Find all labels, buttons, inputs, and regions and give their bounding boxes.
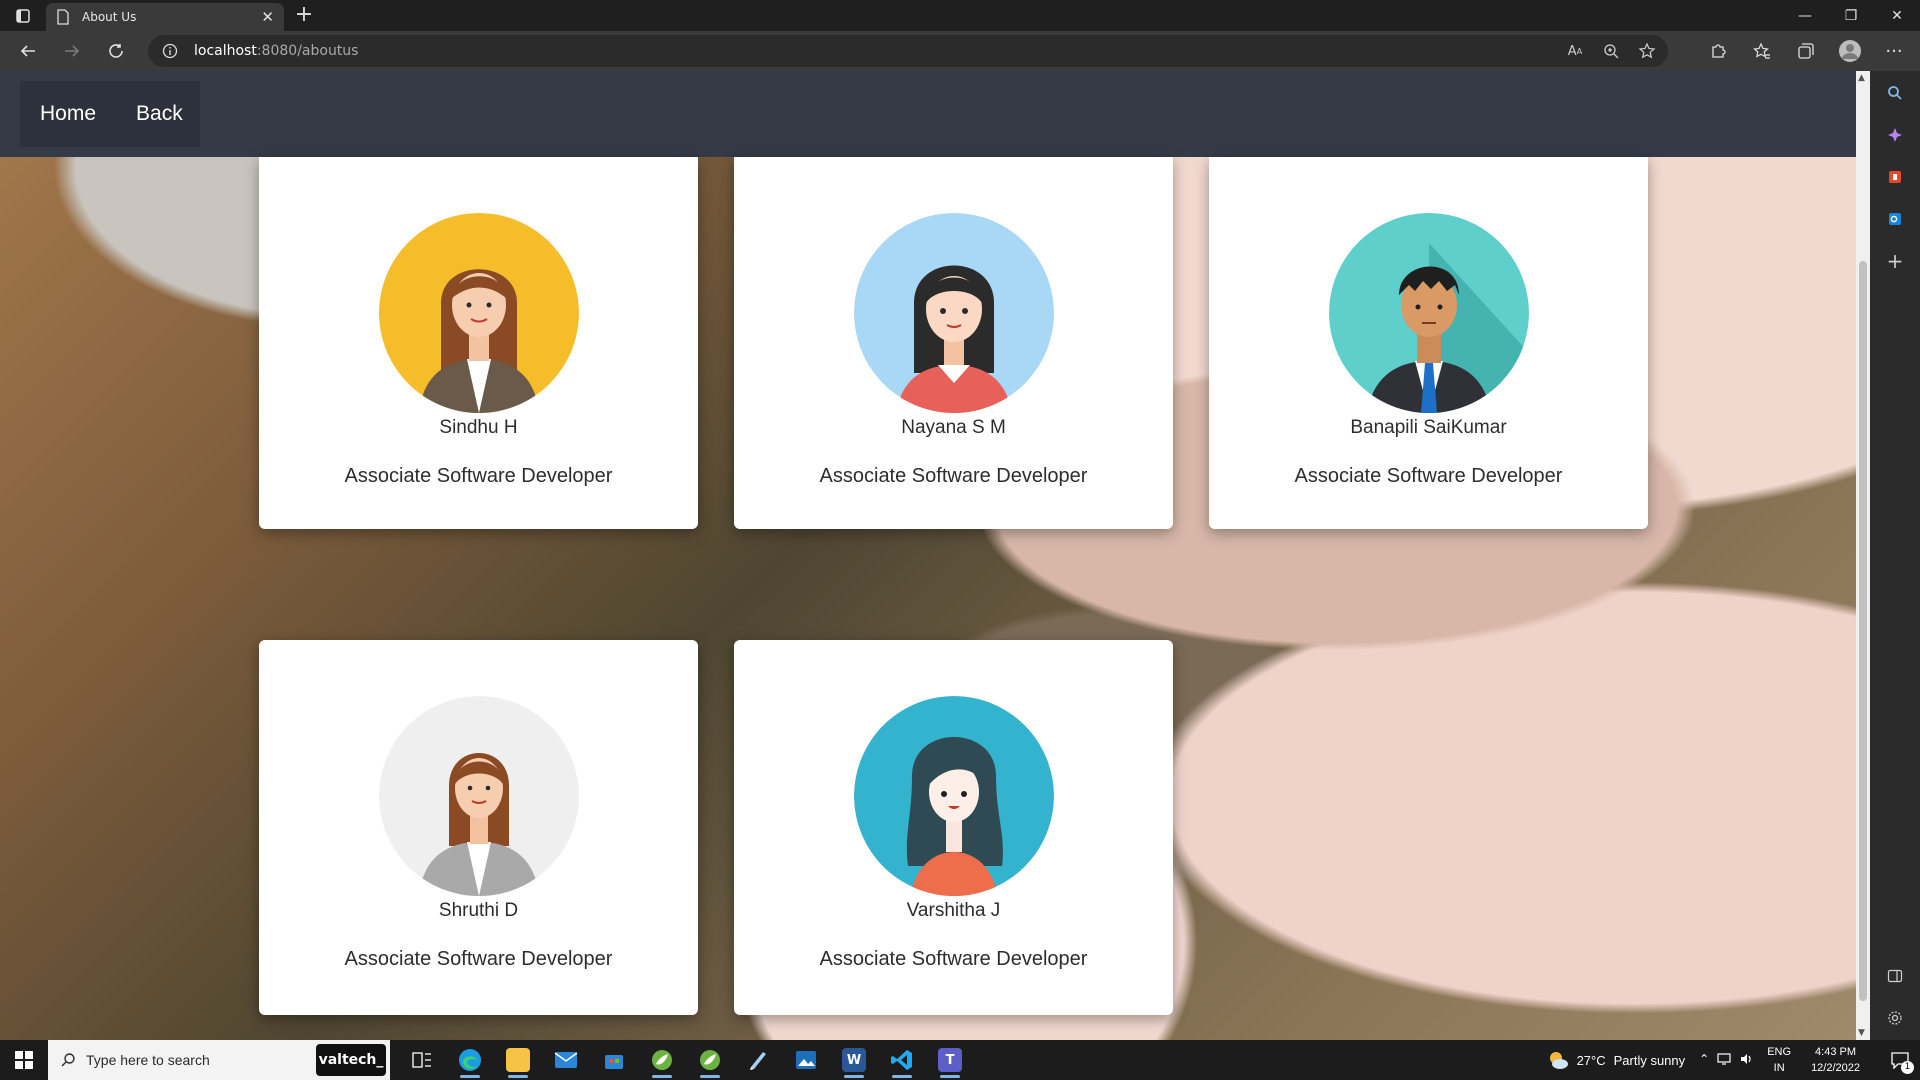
scroll-down-icon[interactable]: ▼ xyxy=(1858,1028,1865,1038)
page-scrollbar[interactable]: ▲ ▼ xyxy=(1856,71,1870,1040)
member-role: Associate Software Developer xyxy=(344,948,613,970)
avatar xyxy=(378,696,579,896)
page-icon xyxy=(57,9,69,25)
start-windows-icon[interactable] xyxy=(0,1040,48,1080)
vscode-icon[interactable] xyxy=(878,1040,926,1080)
tab-strip: About Us ✕ + — ❐ ✕ xyxy=(0,0,1920,31)
browser-toolbar: localhost:8080/aboutus AA ··· xyxy=(0,31,1920,71)
new-tab-icon[interactable]: + xyxy=(294,4,314,26)
store-icon[interactable] xyxy=(590,1040,638,1080)
system-tray: 27°C Partly sunny ⌃ ENG IN 4:43 PM 12/2/… xyxy=(1547,1040,1920,1080)
partly-sunny-icon xyxy=(1549,1052,1568,1069)
member-name: Banapili SaiKumar xyxy=(1350,417,1507,438)
profile-avatar-icon[interactable] xyxy=(1834,35,1866,67)
chevron-up-icon[interactable]: ⌃ xyxy=(1699,1052,1709,1069)
url-text: localhost:8080/aboutus xyxy=(194,43,359,59)
favorites-icon[interactable] xyxy=(1746,35,1778,67)
task-view-icon[interactable] xyxy=(398,1040,446,1080)
team-card: Varshitha J Associate Software Developer xyxy=(734,640,1173,1015)
zoom-icon[interactable] xyxy=(1600,40,1622,62)
member-role: Associate Software Developer xyxy=(819,948,1088,970)
extensions-icon[interactable] xyxy=(1702,35,1734,67)
hide-sidebar-icon[interactable] xyxy=(1883,964,1907,988)
member-name: Varshitha J xyxy=(906,900,1001,921)
edge-browser-icon[interactable] xyxy=(446,1040,494,1080)
read-aloud-icon[interactable]: AA xyxy=(1564,40,1586,62)
edge-sidebar: + xyxy=(1870,71,1920,1040)
back-link[interactable]: Back xyxy=(136,102,183,126)
tab-about-us[interactable]: About Us ✕ xyxy=(46,3,284,31)
spring-tool-2-icon[interactable] xyxy=(686,1040,734,1080)
teams-icon[interactable]: T xyxy=(926,1040,974,1080)
network-icon[interactable] xyxy=(1717,1052,1731,1069)
valtech-badge[interactable]: valtech_ xyxy=(316,1044,386,1076)
avatar xyxy=(378,213,579,413)
forward-arrow-icon[interactable] xyxy=(56,35,88,67)
member-name: Shruthi D xyxy=(438,900,519,921)
settings-gear-icon[interactable] xyxy=(1883,1006,1907,1030)
team-card: Nayana S M Associate Software Developer xyxy=(734,157,1173,529)
team-card: Shruthi D Associate Software Developer xyxy=(259,640,698,1015)
info-icon[interactable] xyxy=(162,43,178,59)
photos-icon[interactable] xyxy=(782,1040,830,1080)
file-explorer-icon[interactable] xyxy=(494,1040,542,1080)
search-icon[interactable] xyxy=(1883,81,1907,105)
search-placeholder: Type here to search xyxy=(86,1052,210,1068)
scrollbar-thumb[interactable] xyxy=(1859,261,1867,1001)
collections-icon[interactable] xyxy=(1790,35,1822,67)
language-indicator[interactable]: ENG IN xyxy=(1767,1044,1791,1076)
back-arrow-icon[interactable] xyxy=(12,35,44,67)
notepad-icon[interactable] xyxy=(734,1040,782,1080)
more-menu-icon[interactable]: ··· xyxy=(1878,35,1910,67)
avatar xyxy=(853,213,1054,413)
notification-count: 1 xyxy=(1901,1061,1914,1074)
member-name: Nayana S M xyxy=(901,417,1006,438)
favorite-star-icon[interactable] xyxy=(1636,40,1658,62)
scroll-up-icon[interactable]: ▲ xyxy=(1858,73,1865,83)
clock[interactable]: 4:43 PM 12/2/2022 xyxy=(1811,1044,1860,1076)
avatar xyxy=(853,696,1054,896)
discover-sparkle-icon[interactable] xyxy=(1883,123,1907,147)
restore-icon[interactable]: ❐ xyxy=(1828,0,1874,31)
team-card: Banapili SaiKumar Associate Software Dev… xyxy=(1209,157,1648,529)
word-icon[interactable]: W xyxy=(830,1040,878,1080)
team-card: Sindhu H Associate Software Developer xyxy=(259,157,698,529)
member-name: Sindhu H xyxy=(439,417,518,438)
add-sidebar-app-icon[interactable]: + xyxy=(1883,249,1907,273)
minimize-icon[interactable]: — xyxy=(1782,0,1828,31)
weather-widget[interactable]: 27°C Partly sunny xyxy=(1547,1049,1686,1071)
address-bar[interactable]: localhost:8080/aboutus AA xyxy=(148,35,1668,67)
avatar xyxy=(1328,213,1529,413)
notification-icon[interactable]: 1 xyxy=(1880,1040,1920,1080)
taskbar-search-input[interactable]: Type here to search valtech_ xyxy=(48,1040,390,1080)
outlook-icon[interactable] xyxy=(1883,207,1907,231)
clock-time: 4:43 PM xyxy=(1815,1046,1857,1058)
member-role: Associate Software Developer xyxy=(1294,465,1563,487)
refresh-icon[interactable] xyxy=(100,35,132,67)
nav-menu: Home Back xyxy=(20,81,200,147)
tab-actions-icon[interactable] xyxy=(12,6,34,26)
tab-title: About Us xyxy=(82,10,137,24)
office-icon[interactable] xyxy=(1883,165,1907,189)
member-role: Associate Software Developer xyxy=(819,465,1088,487)
member-role: Associate Software Developer xyxy=(344,465,613,487)
weather-text: Partly sunny xyxy=(1613,1052,1686,1068)
page-viewport: Home Back Sindhu H Associate Software De… xyxy=(0,71,1856,1040)
search-icon xyxy=(61,1053,75,1067)
site-navbar: Home Back xyxy=(0,71,1856,157)
close-icon[interactable]: ✕ xyxy=(261,9,274,25)
mail-icon[interactable] xyxy=(542,1040,590,1080)
taskbar: Type here to search valtech_ W T 27°C Pa… xyxy=(0,1040,1920,1080)
home-link[interactable]: Home xyxy=(40,102,96,126)
spring-tool-icon[interactable] xyxy=(638,1040,686,1080)
clock-date: 12/2/2022 xyxy=(1811,1062,1860,1074)
window-controls: — ❐ ✕ xyxy=(1782,0,1920,31)
volume-icon[interactable] xyxy=(1739,1052,1753,1069)
window-close-icon[interactable]: ✕ xyxy=(1874,0,1920,31)
weather-temp: 27°C xyxy=(1576,1052,1606,1068)
